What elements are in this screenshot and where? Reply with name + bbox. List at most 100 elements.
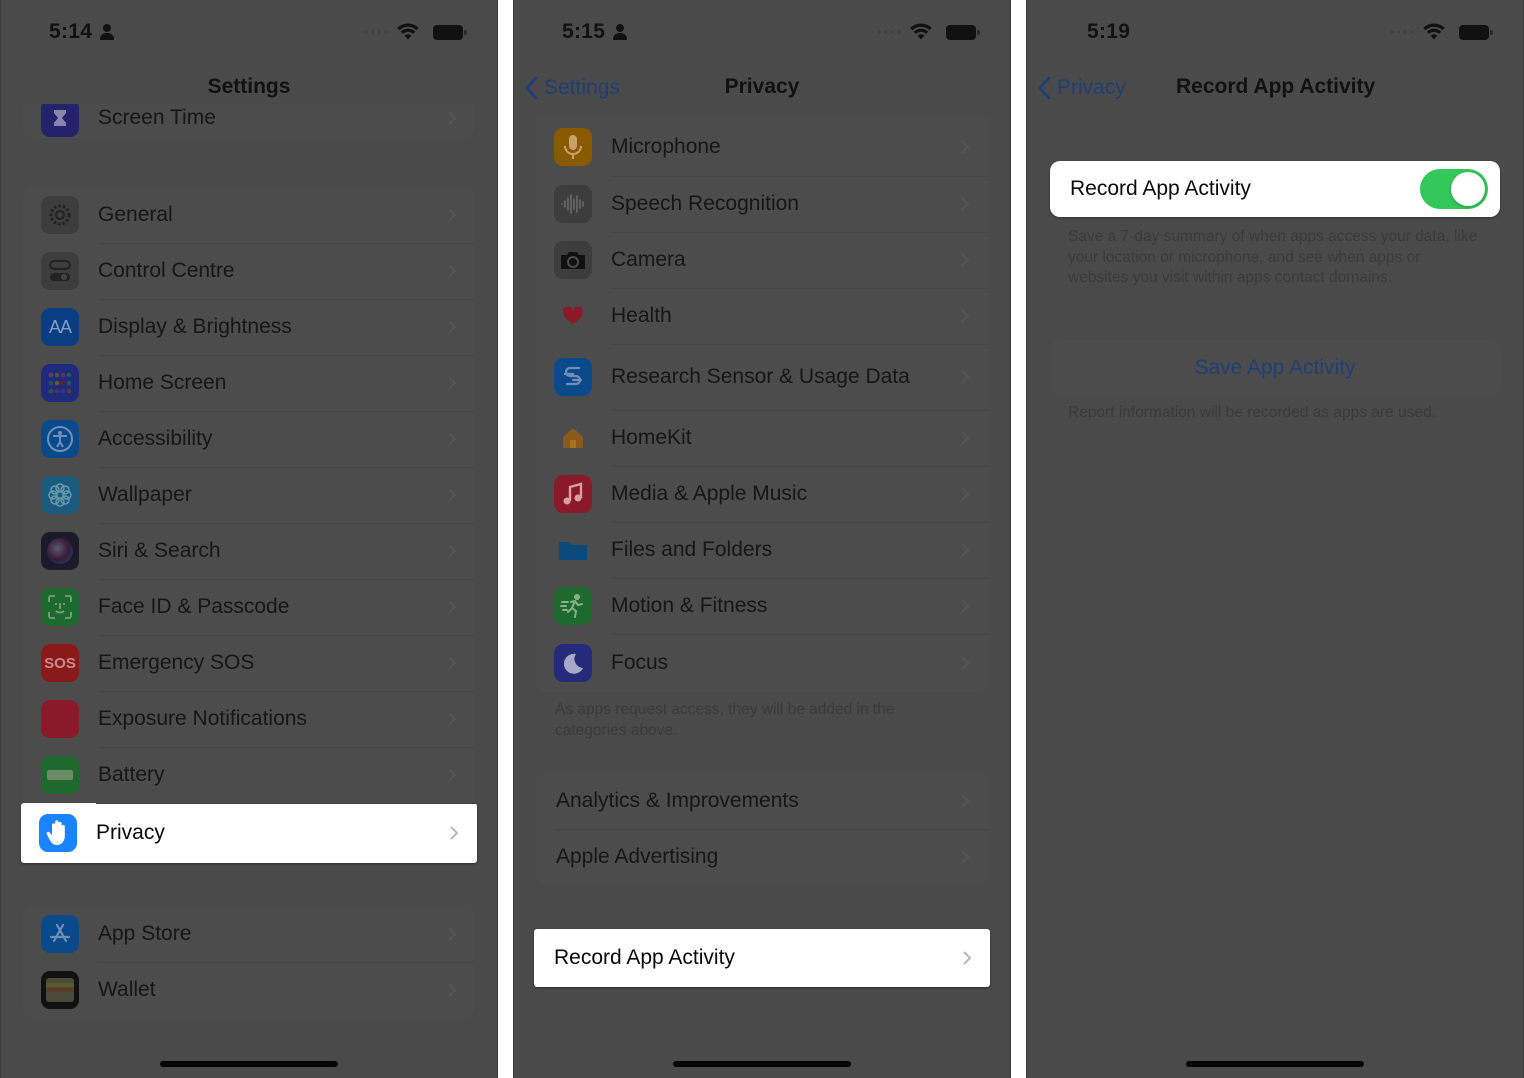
wallet-icon — [41, 971, 79, 1009]
folder-icon — [554, 531, 592, 569]
wifi-icon — [910, 23, 932, 40]
chevron-right-icon — [448, 320, 457, 334]
privacy-item-label: Apple Advertising — [556, 845, 719, 868]
home-icon — [554, 419, 592, 457]
settings-item-privacy[interactable]: Privacy — [21, 803, 477, 863]
status-bar: 5:14 — [1, 18, 497, 48]
privacy-item-microphone[interactable]: Microphone — [536, 118, 988, 176]
home-indicator[interactable] — [160, 1061, 338, 1067]
gear-icon — [41, 196, 79, 234]
research-icon — [554, 358, 592, 396]
home-indicator[interactable] — [1186, 1061, 1364, 1067]
settings-item-label: Exposure Notifications — [98, 707, 307, 730]
flower-icon — [41, 476, 79, 514]
record-app-activity-group: Record App Activity — [534, 929, 990, 987]
chevron-right-icon — [448, 208, 457, 222]
settings-item-display-and-brightness[interactable]: AA Display & Brightness — [23, 299, 475, 355]
save-app-activity-button[interactable]: Save App Activity — [1049, 340, 1501, 395]
settings-item-label: General — [98, 203, 173, 226]
settings-item-label: Battery — [98, 763, 165, 786]
hourglass-icon — [41, 104, 79, 137]
music-note-icon — [554, 475, 592, 513]
chevron-right-icon — [448, 264, 457, 278]
settings-group-top: Screen Time — [23, 104, 475, 138]
settings-item-label: Emergency SOS — [98, 651, 255, 674]
settings-item-control-centre[interactable]: Control Centre — [23, 243, 475, 299]
settings-item-exposure-notifications[interactable]: Exposure Notifications — [23, 691, 475, 747]
wifi-icon — [1423, 23, 1445, 40]
chevron-right-icon — [961, 850, 970, 864]
text-size-icon: AA — [41, 308, 79, 346]
nav-bar: Privacy Record App Activity — [1027, 70, 1523, 106]
privacy-item-camera[interactable]: Camera — [536, 232, 988, 288]
status-time: 5:14 — [49, 20, 93, 43]
settings-item-accessibility[interactable]: Accessibility — [23, 411, 475, 467]
record-app-activity-toggle[interactable] — [1420, 169, 1488, 209]
privacy-item-label: Research Sensor & Usage Data — [611, 365, 910, 388]
chevron-right-icon — [961, 794, 970, 808]
battery-icon — [41, 756, 79, 794]
chevron-right-icon — [448, 768, 457, 782]
microphone-icon — [554, 128, 592, 166]
status-bar: 5:19 — [1027, 18, 1523, 48]
privacy-item-media-and-apple-music[interactable]: Media & Apple Music — [536, 466, 988, 522]
record-app-activity-row: Record App Activity — [1050, 161, 1500, 217]
nav-bar: Settings — [1, 70, 497, 106]
privacy-item-homekit[interactable]: HomeKit — [536, 410, 988, 466]
settings-item-siri-and-search[interactable]: Siri & Search — [23, 523, 475, 579]
settings-item-label: Siri & Search — [98, 539, 221, 562]
chevron-right-icon — [963, 951, 972, 965]
settings-item-label: Control Centre — [98, 259, 235, 282]
privacy-item-label: Files and Folders — [611, 538, 773, 561]
settings-item-screen-time[interactable]: Screen Time — [23, 104, 475, 138]
settings-item-battery[interactable]: Battery — [23, 747, 475, 803]
settings-item-general[interactable]: General — [23, 187, 475, 243]
privacy-item-analytics-and-improvements[interactable]: Analytics & Improvements — [536, 773, 988, 829]
waveform-icon — [554, 185, 592, 223]
settings-item-label: Face ID & Passcode — [98, 595, 290, 618]
privacy-item-apple-advertising[interactable]: Apple Advertising — [536, 829, 988, 885]
privacy-item-label: Camera — [611, 248, 686, 271]
cellular-signal-icon — [363, 30, 389, 34]
settings-item-app-store[interactable]: App Store — [23, 906, 475, 962]
privacy-item-label: HomeKit — [611, 426, 692, 449]
chevron-right-icon — [448, 656, 457, 670]
battery-status-icon — [946, 25, 980, 40]
privacy-item-motion-and-fitness[interactable]: Motion & Fitness — [536, 578, 988, 634]
camera-icon — [554, 241, 592, 279]
privacy-item-files-and-folders[interactable]: Files and Folders — [536, 522, 988, 578]
cellular-signal-icon — [876, 30, 902, 34]
privacy-item-speech-recognition[interactable]: Speech Recognition — [536, 176, 988, 232]
toggle-knob — [1451, 172, 1485, 206]
chevron-right-icon — [961, 140, 970, 154]
settings-item-home-screen[interactable]: Home Screen — [23, 355, 475, 411]
back-label: Privacy — [1057, 76, 1126, 99]
privacy-item-research-sensor-and-usage-data[interactable]: Research Sensor & Usage Data — [536, 344, 988, 410]
settings-group-main: General Control Centre AA Display & Brightn… — [21, 187, 477, 863]
chevron-right-icon — [448, 983, 457, 997]
person-icon — [100, 24, 114, 40]
settings-item-wallpaper[interactable]: Wallpaper — [23, 467, 475, 523]
record-description: Save a 7-day summary of when apps access… — [1068, 228, 1478, 286]
privacy-item-focus[interactable]: Focus — [536, 634, 988, 692]
phone-screen-settings: 5:14 Settings Screen Time General Control… — [0, 0, 498, 1078]
back-button[interactable]: Privacy — [1037, 73, 1126, 103]
chevron-right-icon — [448, 927, 457, 941]
privacy-item-health[interactable]: Health — [536, 288, 988, 344]
report-footer-note: Report information will be recorded as a… — [1068, 404, 1436, 421]
exposure-icon — [41, 700, 79, 738]
face-id-icon — [41, 588, 79, 626]
settings-item-wallet[interactable]: Wallet — [23, 962, 475, 1018]
settings-item-face-id-and-passcode[interactable]: Face ID & Passcode — [23, 579, 475, 635]
status-time: 5:15 — [562, 20, 606, 43]
settings-item-label: Accessibility — [98, 427, 213, 450]
home-indicator[interactable] — [673, 1061, 851, 1067]
privacy-item-record-app-activity[interactable]: Record App Activity — [534, 929, 990, 987]
toggle-label: Record App Activity — [1070, 177, 1251, 200]
settings-item-emergency-sos[interactable]: SOS Emergency SOS — [23, 635, 475, 691]
chevron-right-icon — [961, 370, 970, 384]
settings-item-label: Home Screen — [98, 371, 227, 394]
privacy-item-label: Motion & Fitness — [611, 594, 768, 617]
wifi-icon — [397, 23, 419, 40]
privacy-item-label: Focus — [611, 651, 669, 674]
